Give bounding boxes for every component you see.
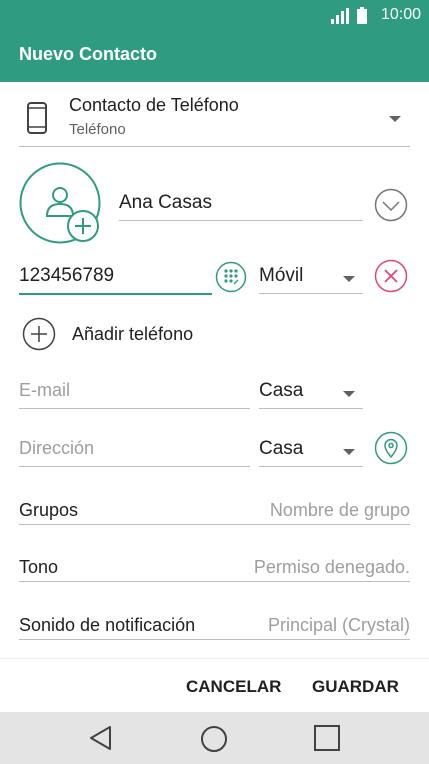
groups-row[interactable]: Grupos Nombre de grupo: [19, 492, 410, 526]
delete-phone-icon[interactable]: [374, 259, 408, 293]
ringtone-underline: [19, 581, 410, 582]
address-type-dropdown-icon: [343, 449, 355, 455]
phone-underline-active: [19, 293, 212, 295]
divider: [19, 146, 410, 147]
address-underline: [19, 466, 250, 467]
email-type-select[interactable]: Casa: [259, 375, 363, 411]
name-underline: [119, 220, 363, 221]
name-input[interactable]: Ana Casas: [119, 192, 212, 214]
address-type-value: Casa: [259, 438, 304, 459]
recents-icon[interactable]: [314, 725, 340, 751]
status-bar: 10:00: [0, 0, 429, 32]
signal-icon: [331, 8, 349, 24]
email-underline: [19, 408, 250, 409]
home-icon[interactable]: [200, 725, 228, 753]
notification-sound-underline: [19, 639, 410, 640]
add-phone-label: Añadir teléfono: [72, 324, 194, 344]
battery-icon: [357, 7, 367, 24]
page-title: Nuevo Contacto: [19, 44, 158, 64]
account-selector[interactable]: Contacto de Teléfono Teléfono: [0, 82, 429, 148]
phone-input[interactable]: 123456789: [19, 265, 114, 287]
groups-value: Nombre de grupo: [269, 500, 410, 520]
avatar-picker[interactable]: [19, 162, 101, 244]
navigation-bar: [0, 712, 429, 764]
cancel-button[interactable]: CANCELAR: [186, 677, 281, 697]
ringtone-value: Permiso denegado.: [253, 557, 410, 577]
ringtone-row[interactable]: Tono Permiso denegado.: [19, 549, 410, 583]
address-type-underline: [259, 466, 363, 467]
address-type-select[interactable]: Casa: [259, 433, 363, 469]
save-button[interactable]: GUARDAR: [312, 677, 399, 697]
expand-name-icon[interactable]: [374, 188, 408, 222]
notification-sound-value: Principal (Crystal): [267, 615, 410, 635]
email-input[interactable]: E-mail: [19, 380, 70, 401]
ringtone-label: Tono: [19, 557, 59, 577]
location-icon[interactable]: [374, 431, 408, 465]
phone-type-underline: [259, 293, 363, 294]
notification-sound-label: Sonido de notificación: [19, 615, 196, 635]
phone-device-icon: [27, 102, 47, 134]
phone-type-select[interactable]: Móvil: [259, 260, 363, 296]
account-subtitle: Teléfono: [69, 121, 126, 138]
add-circle-icon: [22, 317, 56, 351]
add-phone-button[interactable]: Añadir teléfono: [19, 316, 279, 352]
email-type-value: Casa: [259, 380, 304, 401]
avatar-add-icon: [19, 162, 101, 244]
phone-type-dropdown-icon: [343, 276, 355, 282]
dialpad-icon[interactable]: [215, 261, 247, 293]
groups-underline: [19, 524, 410, 525]
back-icon[interactable]: [88, 725, 114, 751]
email-type-dropdown-icon: [343, 391, 355, 397]
phone-type-value: Móvil: [259, 265, 304, 286]
account-dropdown-icon: [389, 116, 401, 122]
contact-form: Contacto de Teléfono Teléfono Ana Casas …: [0, 82, 429, 658]
address-input[interactable]: Dirección: [19, 438, 94, 459]
email-type-underline: [259, 408, 363, 409]
action-bar: CANCELAR GUARDAR: [0, 658, 429, 713]
status-time: 10:00: [380, 6, 421, 23]
account-title: Contacto de Teléfono: [69, 95, 239, 115]
notification-sound-row[interactable]: Sonido de notificación Principal (Crysta…: [19, 607, 410, 641]
groups-label: Grupos: [19, 500, 79, 520]
app-bar: Nuevo Contacto: [0, 32, 429, 82]
